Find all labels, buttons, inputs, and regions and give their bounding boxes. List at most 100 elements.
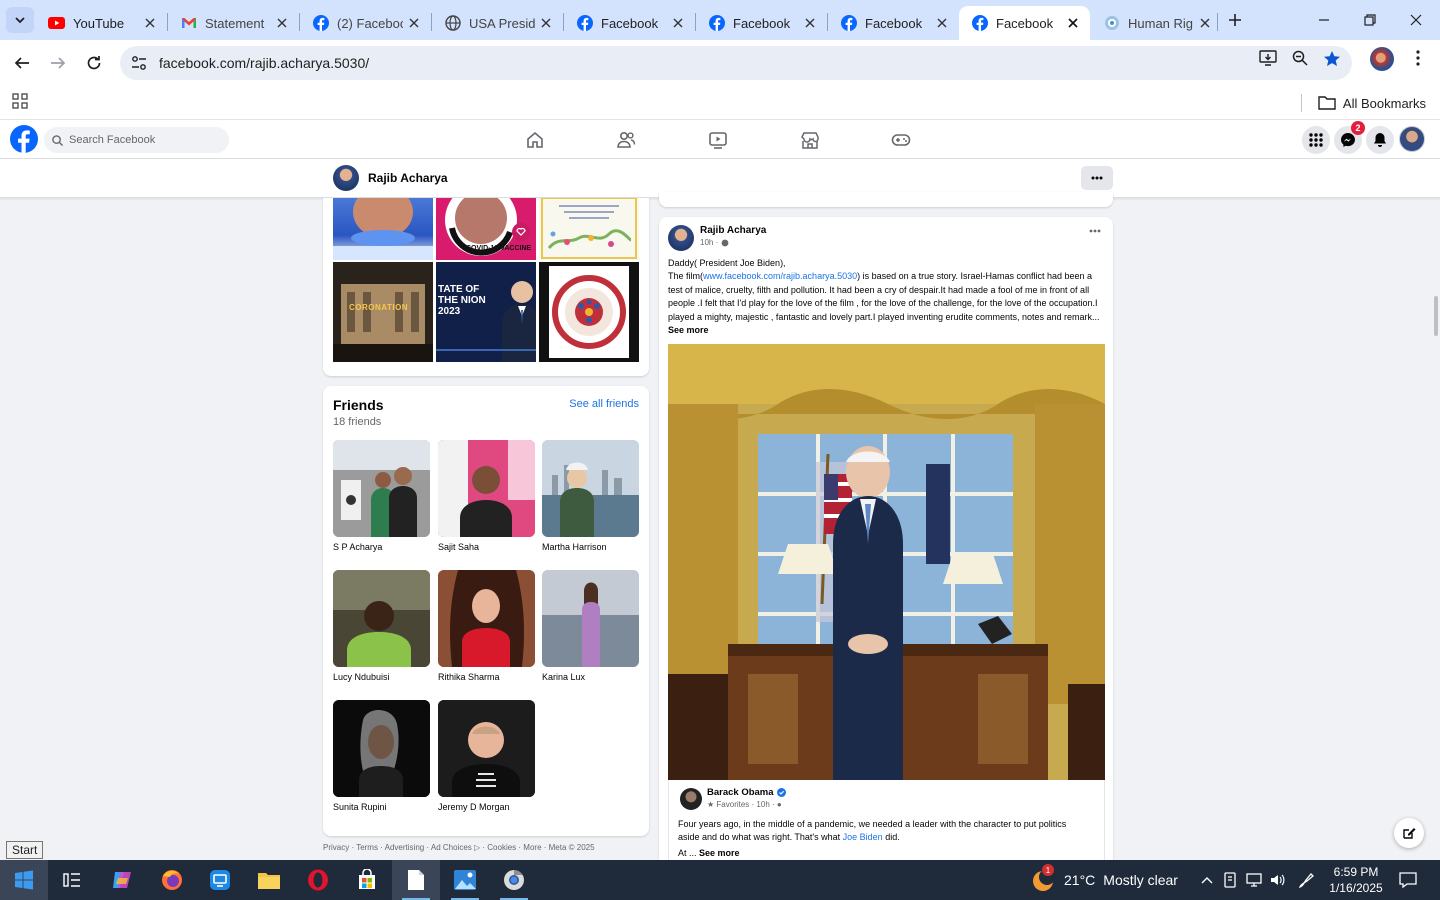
- friend-tile[interactable]: Karina Lux: [542, 570, 639, 682]
- photo-thumbnail[interactable]: CORONATION: [333, 262, 433, 362]
- close-tab-icon[interactable]: [143, 16, 157, 30]
- tab-facebook[interactable]: Facebook: [696, 6, 827, 40]
- post-author-name[interactable]: Rajib Acharya: [700, 225, 766, 236]
- shared-see-more-link[interactable]: See more: [699, 848, 740, 858]
- microsoft-store-app[interactable]: [343, 860, 391, 900]
- tab-facebook[interactable]: Facebook: [828, 6, 959, 40]
- apps-grid-icon[interactable]: [12, 93, 28, 109]
- friend-name[interactable]: Rithika Sharma: [438, 672, 535, 682]
- chrome-app[interactable]: [490, 860, 538, 900]
- nav-marketplace-button[interactable]: [798, 128, 822, 152]
- photo-thumbnail[interactable]: [333, 198, 433, 260]
- scrollbar-thumb[interactable]: [1434, 296, 1438, 336]
- post-time[interactable]: 10h ·: [700, 238, 718, 247]
- zoom-icon[interactable]: [1290, 48, 1310, 68]
- photo-thumbnail[interactable]: COVID-19 VACCINE: [436, 198, 536, 260]
- meet-now-icon[interactable]: [1218, 872, 1242, 888]
- network-icon[interactable]: [1242, 873, 1266, 887]
- nav-friends-button[interactable]: [614, 128, 638, 152]
- url-text[interactable]: facebook.com/rajib.acharya.5030/: [159, 55, 369, 71]
- teamviewer-app[interactable]: [196, 860, 244, 900]
- friend-tile[interactable]: Jeremy D Morgan: [438, 700, 535, 812]
- close-tab-icon[interactable]: [1066, 16, 1080, 30]
- minimize-button[interactable]: [1312, 8, 1336, 32]
- friend-photo[interactable]: [438, 570, 535, 667]
- bookmark-star-icon[interactable]: [1322, 48, 1342, 68]
- notepad-app[interactable]: [392, 860, 440, 900]
- friend-tile[interactable]: Martha Harrison: [542, 440, 639, 552]
- friend-name[interactable]: Sunita Rupini: [333, 802, 430, 812]
- nav-gaming-button[interactable]: [889, 128, 913, 152]
- action-center-button[interactable]: [1386, 860, 1430, 900]
- photo-thumbnail[interactable]: TATE OF THE NION 2023: [436, 262, 536, 362]
- start-button[interactable]: [0, 860, 48, 900]
- install-app-icon[interactable]: [1258, 48, 1278, 68]
- facebook-footer-links[interactable]: Privacy · Terms · Advertising · Ad Choic…: [323, 843, 595, 852]
- site-settings-icon[interactable]: [130, 54, 148, 72]
- nav-video-button[interactable]: [706, 128, 730, 152]
- friend-photo[interactable]: [333, 440, 430, 537]
- shared-author-avatar[interactable]: [680, 788, 702, 810]
- tab-facebook-2[interactable]: (2) Facebook: [300, 6, 431, 40]
- menu-button[interactable]: [1302, 126, 1330, 154]
- copilot-app[interactable]: [98, 860, 146, 900]
- tab-gmail[interactable]: Statement: [168, 6, 299, 40]
- close-tab-icon[interactable]: [803, 16, 817, 30]
- friend-photo[interactable]: [333, 700, 430, 797]
- friend-photo[interactable]: [542, 570, 639, 667]
- photo-thumbnail[interactable]: [539, 262, 639, 362]
- profile-avatar[interactable]: [333, 165, 359, 191]
- tab-facebook-active[interactable]: Facebook: [959, 6, 1090, 40]
- firefox-app[interactable]: [148, 860, 196, 900]
- friend-photo[interactable]: [333, 570, 430, 667]
- facebook-search-input[interactable]: Search Facebook: [44, 127, 229, 153]
- see-all-friends-link[interactable]: See all friends: [569, 398, 639, 410]
- friend-tile[interactable]: Lucy Ndubuisi: [333, 570, 430, 682]
- close-tab-icon[interactable]: [1198, 16, 1212, 30]
- restore-button[interactable]: [1358, 8, 1382, 32]
- close-window-button[interactable]: [1404, 8, 1428, 32]
- photos-app[interactable]: [441, 860, 489, 900]
- volume-icon[interactable]: [1266, 873, 1290, 887]
- new-tab-button[interactable]: [1224, 9, 1246, 31]
- close-tab-icon[interactable]: [671, 16, 685, 30]
- friend-name[interactable]: Martha Harrison: [542, 542, 639, 552]
- back-button[interactable]: [9, 50, 35, 76]
- post-author-avatar[interactable]: [668, 225, 694, 251]
- tab-facebook[interactable]: Facebook: [564, 6, 695, 40]
- system-clock[interactable]: 6:59 PM 1/16/2025: [1320, 860, 1392, 900]
- tab-youtube[interactable]: YouTube: [36, 6, 167, 40]
- profile-name[interactable]: Rajib Acharya: [368, 171, 448, 185]
- forward-button[interactable]: [45, 50, 71, 76]
- facebook-logo-icon[interactable]: [10, 125, 38, 153]
- post-options-button[interactable]: [1089, 229, 1101, 233]
- close-tab-icon[interactable]: [407, 16, 421, 30]
- address-bar[interactable]: facebook.com/rajib.acharya.5030/: [120, 46, 1352, 80]
- tab-human-rights[interactable]: Human Rig: [1091, 6, 1222, 40]
- all-bookmarks-button[interactable]: All Bookmarks: [1300, 94, 1426, 112]
- friend-name[interactable]: Jeremy D Morgan: [438, 802, 535, 812]
- friend-name[interactable]: Lucy Ndubuisi: [333, 672, 430, 682]
- opera-app[interactable]: [294, 860, 342, 900]
- tab-search-button[interactable]: [6, 7, 34, 33]
- friend-name[interactable]: Sajit Saha: [438, 542, 535, 552]
- pen-ink-icon[interactable]: [1290, 871, 1324, 889]
- post-photo[interactable]: [668, 344, 1105, 780]
- friend-photo[interactable]: [542, 440, 639, 537]
- weather-widget[interactable]: 1 21°C Mostly clear: [1030, 860, 1178, 900]
- close-tab-icon[interactable]: [935, 16, 949, 30]
- friends-heading[interactable]: Friends: [333, 397, 384, 413]
- shared-text-link[interactable]: Joe Biden: [843, 832, 883, 842]
- friend-photo[interactable]: [438, 440, 535, 537]
- friend-tile[interactable]: Sunita Rupini: [333, 700, 430, 812]
- reload-button[interactable]: [81, 50, 107, 76]
- friend-tile[interactable]: Sajit Saha: [438, 440, 535, 552]
- close-tab-icon[interactable]: [539, 16, 553, 30]
- nav-home-button[interactable]: [523, 128, 547, 152]
- profile-more-button[interactable]: [1081, 166, 1113, 190]
- file-explorer-app[interactable]: [245, 860, 293, 900]
- shared-author[interactable]: Barack Obama: [707, 787, 786, 798]
- menu-kebab-icon[interactable]: [1408, 48, 1428, 68]
- profile-avatar[interactable]: [1370, 47, 1394, 71]
- show-hidden-icons-button[interactable]: [1196, 876, 1218, 884]
